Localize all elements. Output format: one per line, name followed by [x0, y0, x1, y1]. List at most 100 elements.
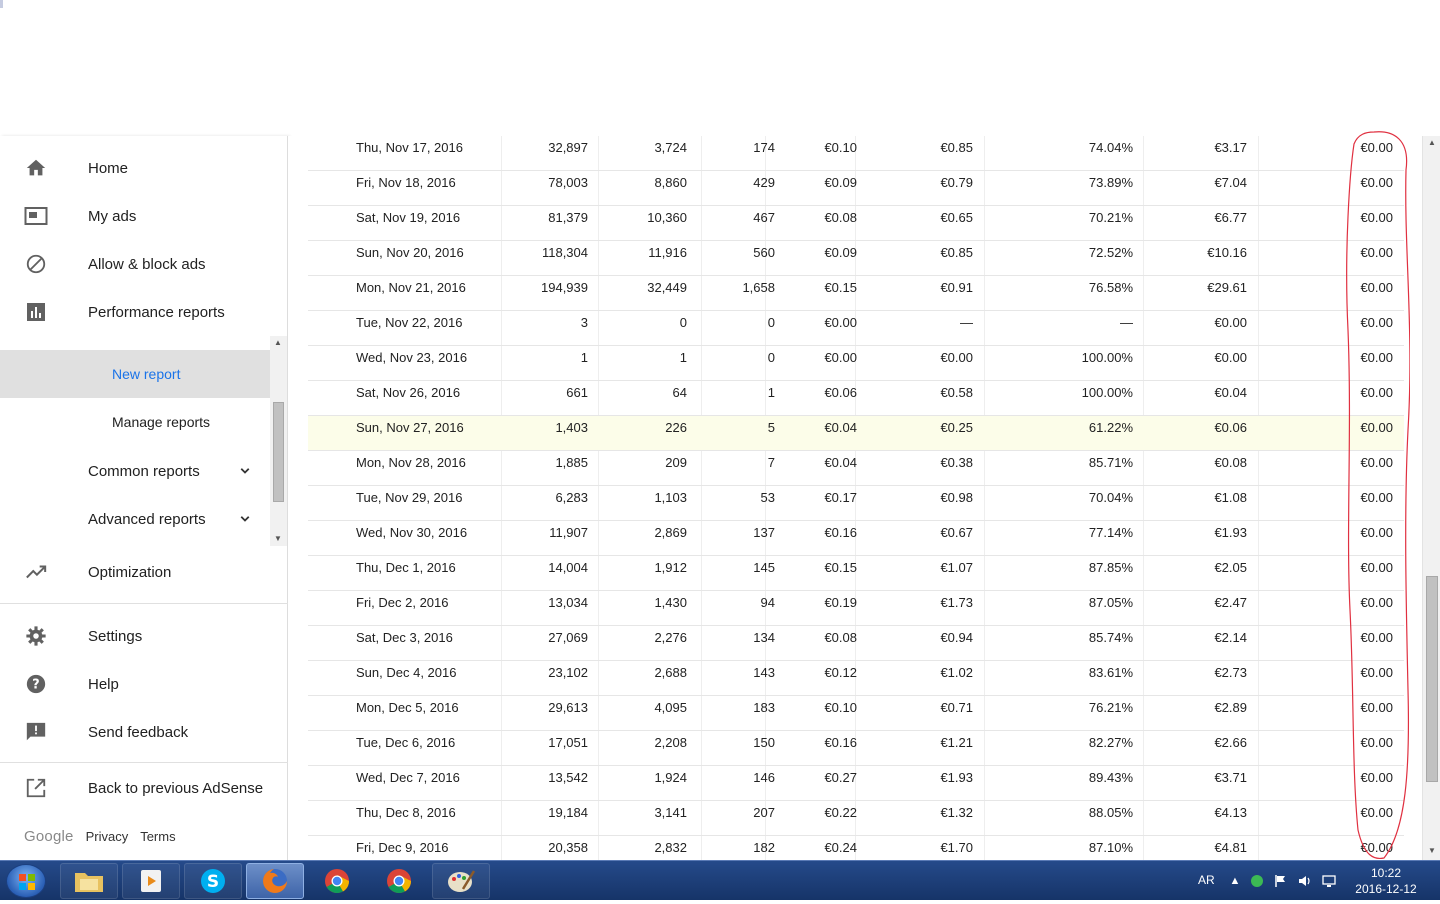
sidebar-item-label: Back to previous AdSense: [88, 779, 264, 797]
metric-cell: 14,004: [548, 560, 588, 575]
metric-cell: 17,051: [548, 735, 588, 750]
sidebar-item-my-ads[interactable]: My ads: [0, 192, 288, 240]
main-vertical-scrollbar[interactable]: ▲ ▼: [1422, 136, 1440, 860]
metric-cell: €0.09: [824, 245, 857, 260]
metric-cell: €2.66: [1214, 735, 1247, 750]
table-row[interactable]: Mon, Nov 21, 2016 194,939 32,449 1,658 €0.15…: [308, 276, 1404, 311]
sidebar-item-performance-reports[interactable]: Performance reports: [0, 288, 288, 336]
date-cell: Tue, Nov 29, 2016: [356, 490, 463, 505]
windows-taskbar: S AR ▲ 10:22 2016-12-12: [0, 860, 1440, 900]
sidebar-item-optimization[interactable]: Optimization: [0, 548, 288, 596]
scroll-thumb[interactable]: [273, 402, 284, 502]
taskbar-paint[interactable]: [432, 863, 490, 899]
table-row[interactable]: Mon, Nov 28, 2016 1,885 209 7 €0.04 €0.38 85.7…: [308, 451, 1404, 486]
sidebar: Home My ads Allow & block ads Performanc…: [0, 136, 288, 860]
taskbar-firefox[interactable]: [246, 863, 304, 899]
sidebar-group-common-reports[interactable]: Common reports: [0, 447, 270, 495]
metric-cell: €0.22: [824, 805, 857, 820]
language-indicator[interactable]: AR: [1198, 873, 1215, 887]
bar-chart-icon: [24, 300, 48, 324]
table-row[interactable]: Mon, Dec 5, 2016 29,613 4,095 183 €0.10 €0.71…: [308, 696, 1404, 731]
metric-cell: €0.00: [824, 315, 857, 330]
terms-link[interactable]: Terms: [140, 829, 175, 844]
metric-cell: 61.22%: [1088, 420, 1133, 435]
metric-cell: €6.77: [1214, 210, 1247, 225]
table-row[interactable]: Thu, Dec 1, 2016 14,004 1,912 145 €0.15 €1.07…: [308, 556, 1404, 591]
volume-icon[interactable]: [1298, 874, 1312, 888]
sidebar-item-help[interactable]: ? Help: [0, 660, 288, 708]
scroll-down-arrow-icon[interactable]: ▼: [1428, 846, 1436, 855]
table-row[interactable]: Sat, Nov 26, 2016 661 64 1 €0.06 €0.58 100.00%…: [308, 381, 1404, 416]
sidebar-item-label: Help: [88, 675, 119, 693]
sidebar-submenu-scrollbar[interactable]: ▲ ▼: [270, 336, 287, 546]
metric-cell: €0.24: [824, 840, 857, 855]
tray-app-icon[interactable]: [1250, 874, 1264, 888]
sidebar-item-label: Settings: [88, 627, 143, 645]
table-row[interactable]: Tue, Nov 29, 2016 6,283 1,103 53 €0.17 €0.98 7…: [308, 486, 1404, 521]
sidebar-item-allow-block[interactable]: Allow & block ads: [0, 240, 288, 288]
taskbar-file-explorer[interactable]: [60, 863, 118, 899]
network-icon[interactable]: [1322, 874, 1336, 888]
metric-cell: 1,924: [654, 770, 687, 785]
metric-cell: €3.17: [1214, 140, 1247, 155]
table-row[interactable]: Sat, Nov 19, 2016 81,379 10,360 467 €0.08 €0.…: [308, 206, 1404, 241]
sidebar-item-settings[interactable]: Settings: [0, 612, 288, 660]
sidebar-subitem-new-report[interactable]: New report: [0, 350, 270, 398]
date-cell: Wed, Nov 23, 2016: [356, 350, 468, 365]
scroll-up-arrow-icon[interactable]: ▲: [274, 338, 282, 347]
sidebar-item-home[interactable]: Home: [0, 144, 288, 192]
table-row[interactable]: Wed, Dec 7, 2016 13,542 1,924 146 €0.27 €1.93…: [308, 766, 1404, 801]
table-row[interactable]: Wed, Nov 30, 2016 11,907 2,869 137 €0.16 €0.6…: [308, 521, 1404, 556]
clock-time: 10:22: [1370, 866, 1402, 880]
scroll-up-arrow-icon[interactable]: ▲: [1428, 138, 1436, 147]
svg-text:?: ?: [32, 678, 39, 693]
sidebar-group-advanced-reports[interactable]: Advanced reports: [0, 495, 270, 543]
table-row[interactable]: Sun, Dec 4, 2016 23,102 2,688 143 €0.12 €1.02…: [308, 661, 1404, 696]
taskbar-media-player[interactable]: [122, 863, 180, 899]
metric-cell: 2,688: [654, 665, 687, 680]
metric-cell: 134: [753, 630, 775, 645]
sidebar-subitem-manage-reports[interactable]: Manage reports: [0, 398, 270, 446]
table-row[interactable]: Tue, Dec 6, 2016 17,051 2,208 150 €0.16 €1.21…: [308, 731, 1404, 766]
sidebar-item-send-feedback[interactable]: Send feedback: [0, 708, 288, 756]
date-cell: Sun, Nov 20, 2016: [356, 245, 464, 260]
table-row[interactable]: Fri, Nov 18, 2016 78,003 8,860 429 €0.09 €0.7…: [308, 171, 1404, 206]
table-row[interactable]: Fri, Dec 9, 2016 20,358 2,832 182 €0.24 €1.70…: [308, 836, 1404, 860]
privacy-link[interactable]: Privacy: [86, 829, 129, 844]
action-center-flag-icon[interactable]: [1274, 874, 1288, 888]
metric-cell: 2,208: [654, 735, 687, 750]
metric-cell: €0.27: [824, 770, 857, 785]
metric-cell: 32,897: [548, 140, 588, 155]
tray-expand-icon[interactable]: ▲: [1228, 874, 1242, 888]
taskbar-chrome-2[interactable]: [370, 863, 428, 899]
start-button[interactable]: [6, 864, 46, 898]
table-row[interactable]: Sun, Nov 20, 2016 118,304 11,916 560 €0.09 €0…: [308, 241, 1404, 276]
table-row[interactable]: Thu, Nov 17, 2016 32,897 3,724 174 €0.10 €0.8…: [308, 136, 1404, 171]
scroll-down-arrow-icon[interactable]: ▼: [274, 534, 282, 543]
table-row[interactable]: Wed, Nov 23, 2016 1 1 0 €0.00 €0.00 100.00% €0.…: [308, 346, 1404, 381]
table-row[interactable]: Sun, Nov 27, 2016 1,403 226 5 €0.04 €0.25 61.2…: [308, 416, 1404, 451]
metric-cell: 27,069: [548, 630, 588, 645]
metric-cell: €1.07: [940, 560, 973, 575]
metric-cell: €0.10: [824, 700, 857, 715]
sidebar-item-back-to-adsense[interactable]: Back to previous AdSense: [0, 764, 288, 812]
scroll-thumb[interactable]: [1426, 576, 1438, 782]
table-row[interactable]: Tue, Nov 22, 2016 3 0 0 €0.00— — €0.00 €0.00: [308, 311, 1404, 346]
table-row[interactable]: Sat, Dec 3, 2016 27,069 2,276 134 €0.08 €0.94…: [308, 626, 1404, 661]
metric-cell: €0.94: [940, 630, 973, 645]
date-cell: Thu, Dec 8, 2016: [356, 805, 456, 820]
table-row[interactable]: Thu, Dec 8, 2016 19,184 3,141 207 €0.22 €1.32…: [308, 801, 1404, 836]
sidebar-group-label: Common reports: [88, 462, 200, 480]
metric-cell: 0: [767, 350, 775, 365]
metric-cell: 146: [753, 770, 775, 785]
metric-cell: 74.04%: [1088, 140, 1133, 155]
skype-icon: S: [201, 869, 225, 893]
metric-cell: 7: [767, 455, 775, 470]
table-row[interactable]: Fri, Dec 2, 2016 13,034 1,430 94 €0.19 €1.73 8…: [308, 591, 1404, 626]
taskbar-clock[interactable]: 10:22 2016-12-12: [1348, 865, 1424, 897]
metric-cell: 13,034: [548, 595, 588, 610]
date-cell: Tue, Nov 22, 2016: [356, 315, 463, 330]
taskbar-skype[interactable]: S: [184, 863, 242, 899]
sidebar-divider: [0, 762, 288, 763]
taskbar-chrome-1[interactable]: [308, 863, 366, 899]
